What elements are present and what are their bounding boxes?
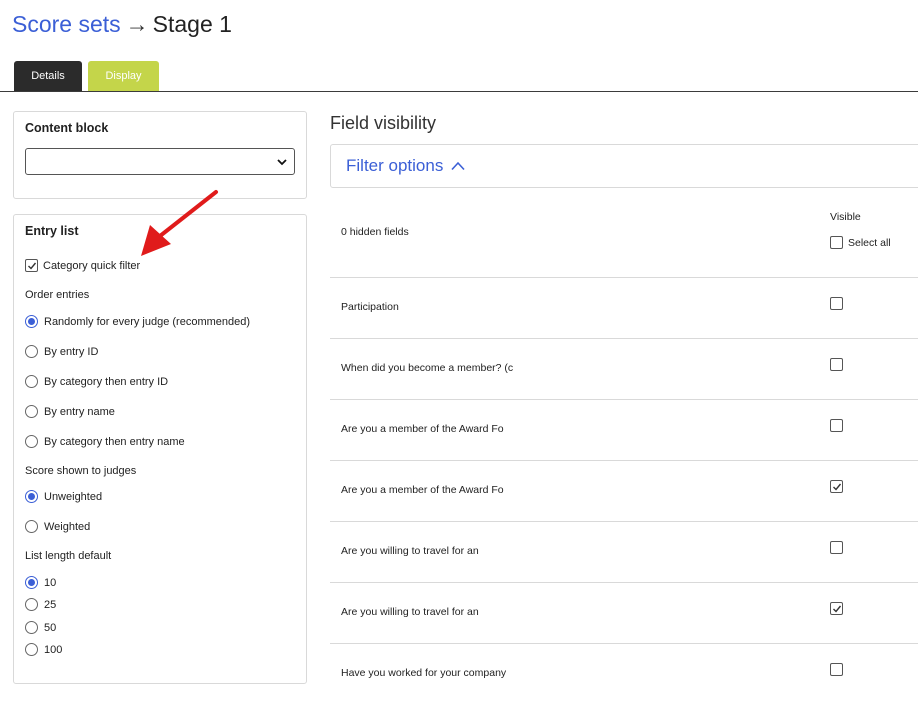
list-length-option-label: 100 (44, 643, 63, 656)
order-option-random[interactable]: Randomly for every judge (recommended) (25, 315, 250, 328)
field-row-label: When did you become a member? (c (341, 362, 514, 374)
filter-options-toggle[interactable]: Filter options (330, 144, 918, 188)
field-row: Are you willing to travel for an (330, 583, 918, 644)
list-length-option-25[interactable]: 25 (25, 598, 56, 611)
field-row: Are you a member of the Award Fo (330, 400, 918, 461)
content-block-select[interactable] (25, 148, 295, 175)
score-radio-unweighted[interactable] (25, 490, 38, 503)
score-option-label: Unweighted (44, 490, 103, 503)
category-quick-filter-label: Category quick filter (43, 259, 141, 272)
order-option-label: By category then entry ID (44, 375, 169, 388)
tab-divider (0, 91, 918, 92)
field-visible-checkbox[interactable] (830, 419, 843, 432)
order-option-label: By category then entry name (44, 435, 185, 448)
list-length-label: List length default (25, 550, 112, 562)
filter-options-label: Filter options (346, 156, 444, 175)
order-option-entry-id[interactable]: By entry ID (25, 345, 98, 358)
list-length-radio-50[interactable] (25, 621, 38, 634)
field-row-label: Participation (341, 301, 399, 313)
order-entries-label: Order entries (25, 289, 90, 301)
visible-column-header: Visible (830, 211, 861, 223)
score-shown-label: Score shown to judges (25, 465, 137, 477)
field-visible-checkbox[interactable] (830, 480, 843, 493)
score-option-label: Weighted (44, 520, 91, 533)
entry-list-heading: Entry list (25, 224, 79, 238)
field-table-header: 0 hidden fields (330, 188, 918, 278)
breadcrumb-score-sets-link[interactable]: Score sets (12, 11, 121, 37)
tab-details[interactable]: Details (14, 61, 82, 91)
order-radio-random[interactable] (25, 315, 38, 328)
order-radio-category-entry-id[interactable] (25, 375, 38, 388)
category-quick-filter-row[interactable]: Category quick filter (25, 259, 140, 272)
field-row: Have you worked for your company (330, 644, 918, 705)
field-visible-checkbox[interactable] (830, 663, 843, 676)
select-all-checkbox[interactable] (830, 236, 843, 249)
field-visible-checkbox[interactable] (830, 602, 843, 615)
entry-list-card: Entry list Category quick filter Order e… (13, 214, 307, 684)
tab-bar: Details Display (14, 61, 159, 91)
order-option-label: Randomly for every judge (recommended) (44, 315, 251, 328)
category-quick-filter-checkbox[interactable] (25, 259, 38, 272)
score-radio-weighted[interactable] (25, 520, 38, 533)
order-option-category-entry-name[interactable]: By category then entry name (25, 435, 185, 448)
field-row: When did you become a member? (c (330, 339, 918, 400)
order-option-label: By entry ID (44, 345, 99, 358)
score-option-unweighted[interactable]: Unweighted (25, 490, 102, 503)
select-all-row[interactable]: Select all (830, 236, 891, 249)
field-visible-checkbox[interactable] (830, 358, 843, 371)
field-row: Are you willing to travel for an (330, 522, 918, 583)
list-length-radio-10[interactable] (25, 576, 38, 589)
order-option-entry-name[interactable]: By entry name (25, 405, 115, 418)
list-length-option-100[interactable]: 100 (25, 643, 62, 656)
field-row-label: Are you willing to travel for an (341, 545, 479, 557)
order-radio-entry-name[interactable] (25, 405, 38, 418)
tab-display[interactable]: Display (88, 61, 159, 91)
checkmark-icon (832, 605, 841, 613)
order-option-label: By entry name (44, 405, 115, 418)
list-length-option-label: 25 (44, 598, 57, 611)
content-block-heading: Content block (25, 121, 109, 135)
score-option-weighted[interactable]: Weighted (25, 520, 90, 533)
field-row: Are you a member of the Award Fo (330, 461, 918, 522)
checkmark-icon (27, 262, 36, 270)
list-length-radio-100[interactable] (25, 643, 38, 656)
order-radio-entry-id[interactable] (25, 345, 38, 358)
breadcrumb-arrow-icon: → (125, 11, 149, 37)
content-block-card: Content block (13, 111, 307, 199)
field-visible-checkbox[interactable] (830, 541, 843, 554)
order-radio-category-entry-name[interactable] (25, 435, 38, 448)
field-row: Participation (330, 278, 918, 339)
list-length-radio-25[interactable] (25, 598, 38, 611)
field-row-label: Are you a member of the Award Fo (341, 484, 504, 496)
field-row-label: Are you a member of the Award Fo (341, 423, 504, 435)
field-visible-checkbox[interactable] (830, 297, 843, 310)
field-row-label: Are you willing to travel for an (341, 606, 479, 618)
page-title: Score sets → Stage 1 (12, 9, 232, 39)
chevron-up-icon (451, 161, 465, 171)
checkmark-icon (832, 483, 841, 491)
breadcrumb-current: Stage 1 (152, 11, 232, 37)
list-length-option-10[interactable]: 10 (25, 576, 56, 589)
select-all-label: Select all (848, 236, 891, 249)
order-option-category-entry-id[interactable]: By category then entry ID (25, 375, 168, 388)
hidden-fields-count: 0 hidden fields (341, 226, 409, 238)
list-length-option-label: 50 (44, 621, 57, 634)
list-length-option-label: 10 (44, 576, 57, 589)
field-row-label: Have you worked for your company (341, 667, 507, 679)
chevron-down-icon (277, 159, 287, 166)
list-length-option-50[interactable]: 50 (25, 621, 56, 634)
field-visibility-title: Field visibility (330, 113, 437, 133)
